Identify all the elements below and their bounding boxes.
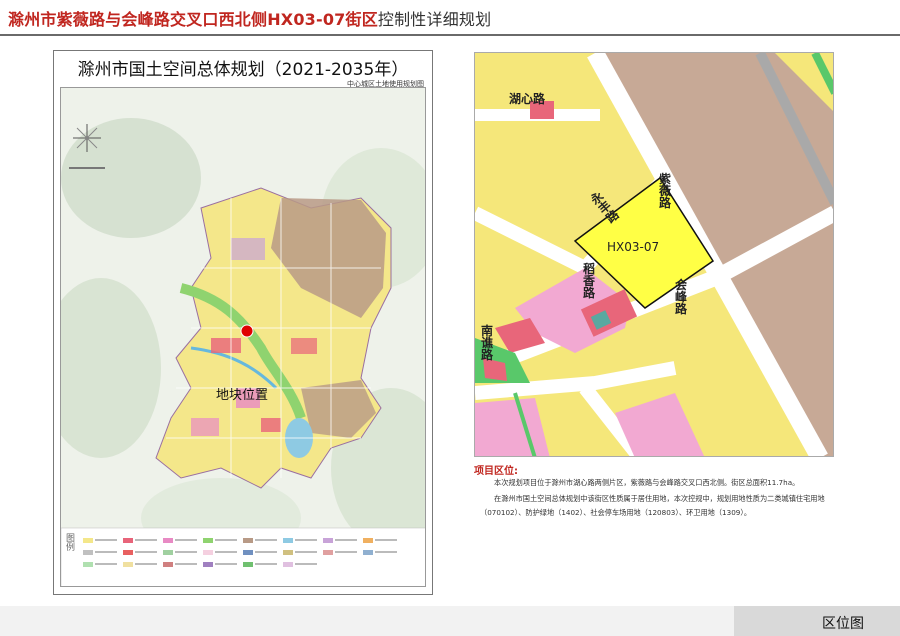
project-location-paragraph-3: （070102）、防护绿地（1402）、社会停车场用地（120803）、环卫用地… xyxy=(480,508,752,517)
site-marker-icon xyxy=(240,324,254,338)
master-plan-map: 地块位置 图例 xyxy=(60,87,426,587)
parcel-code-label: HX03-07 xyxy=(607,240,660,254)
master-plan-map-graphic xyxy=(61,88,425,586)
project-location-paragraph-2: 在滁州市国土空间总体规划中该街区性质属于居住用地，本次控规中，规划用地性质为二类… xyxy=(494,494,825,503)
road-label-nan-qiao: 南谯路 xyxy=(481,324,494,362)
road-label-hui-feng: 会峰路 xyxy=(675,278,688,316)
page-title: 滁州市紫薇路与会峰路交叉口西北侧HX03-07街区控制性详细规划 xyxy=(8,6,491,30)
road-char-hu-xin: 湖心路 xyxy=(509,92,546,106)
legend-box xyxy=(61,527,425,586)
master-plan-title: 滁州市国土空间总体规划（2021-2035年） xyxy=(77,60,409,80)
project-location-paragraph-1: 本次规划项目位于滁州市湖心路两侧片区，紫薇路与会峰路交叉口西北侧。街区总面积11… xyxy=(494,478,800,487)
master-plan-map-panel: 滁州市国土空间总体规划（2021-2035年） 中心城区土地使用规划图 地块位置… xyxy=(53,50,433,595)
page-header: 滁州市紫薇路与会峰路交叉口西北侧HX03-07街区控制性详细规划 xyxy=(0,0,900,34)
road-label-dao-xiang: 稻香路 xyxy=(583,262,596,300)
location-detail-map-graphic xyxy=(475,53,833,456)
site-location-label: 地块位置 xyxy=(216,388,269,403)
footer-title: 区位图 xyxy=(822,616,864,632)
legend-label: 图例 xyxy=(64,533,74,551)
project-location-heading: 项目区位: xyxy=(474,466,518,477)
compass-icon xyxy=(73,124,101,152)
footer-title-box xyxy=(734,606,900,636)
road-label-zi-wei: 紫薇路 xyxy=(659,172,672,210)
page-title-rest: 控制性详细规划 xyxy=(377,10,492,29)
header-divider xyxy=(0,34,900,36)
location-detail-map: 湖心路 紫薇路 永丰路 稻香路 会峰路 南谯路 HX03-07 xyxy=(474,52,834,457)
page-title-highlight: 滁州市紫薇路与会峰路交叉口西北侧HX03-07街区 xyxy=(8,10,378,29)
